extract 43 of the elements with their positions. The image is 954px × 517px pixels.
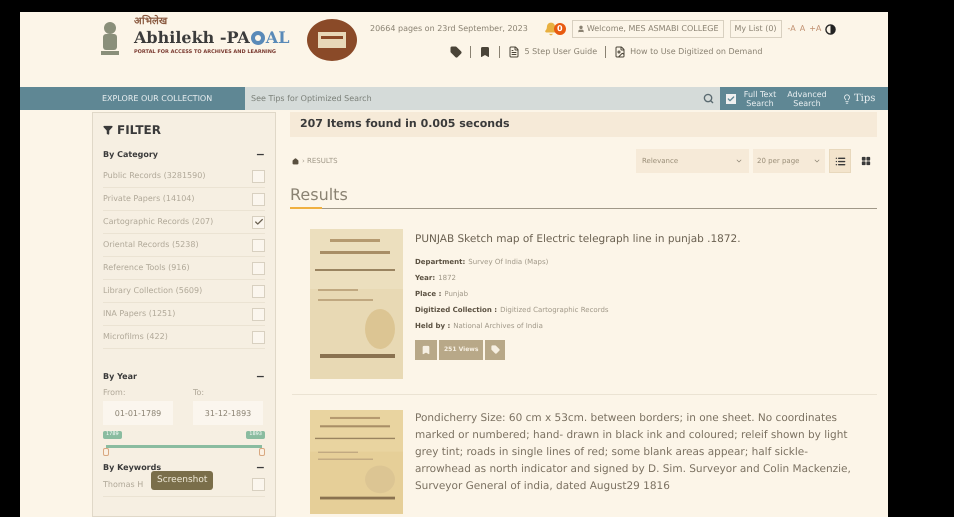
results-summary: 207 Items found in 0.005 seconds xyxy=(300,116,510,132)
my-list-button[interactable]: My List (0) xyxy=(730,20,782,38)
logo-hindi: अभिलेख xyxy=(134,16,168,27)
category-option[interactable]: Public Records (3281590) xyxy=(103,170,206,182)
full-text-label[interactable]: Full Text Search xyxy=(742,90,778,108)
section-title: By Year xyxy=(103,371,137,383)
to-date-field[interactable]: 31-12-1893 xyxy=(193,401,263,425)
collapse-button[interactable]: − xyxy=(256,462,265,472)
tips-link[interactable]: Tips xyxy=(842,94,876,104)
result-title[interactable]: Pondicherry Size: 60 cm x 53cm. between borders; in one sheet. No coordinates marked or numbered; hand- drawn in black ink and coloured; releif shown by light grey tint; roads in single lines of red; some blank areas appear; half sickle- arrowhead as north indicator and signed by D. Sim. Surveyor and Colin Mackenzie, Surveyor General of india, dated August29 1816 xyxy=(415,410,877,495)
from-date-field[interactable]: 01-01-1789 xyxy=(103,401,173,425)
guide-link[interactable]: How to Use Digitized on Demand xyxy=(614,46,762,58)
advanced-search-link[interactable]: Advanced Search xyxy=(784,90,830,108)
welcome-button[interactable]: Welcome, MES ASMABI COLLEGE xyxy=(572,20,724,38)
filter-title: FILTER xyxy=(117,122,161,139)
category-option[interactable]: Microfilms (422) xyxy=(103,331,168,343)
guide-link[interactable]: 5 Step User Guide xyxy=(508,46,598,58)
keyword-option[interactable]: Thomas H xyxy=(103,478,144,490)
logo-title: Abhilekh -PA xyxy=(134,27,250,49)
explore-button[interactable]: EXPLORE OUR COLLECTION xyxy=(20,87,245,110)
search-field[interactable]: See Tips for Optimized Search xyxy=(245,87,720,110)
font-size-button[interactable]: +A xyxy=(809,23,822,35)
collapse-button[interactable]: − xyxy=(256,150,265,160)
pages-stats: 20664 pages on 23rd September, 2023 xyxy=(370,23,528,35)
notification-badge: 0 xyxy=(554,23,566,35)
tooltip: Screenshot xyxy=(151,470,214,490)
category-option[interactable]: INA Papers (1251) xyxy=(103,308,176,320)
category-option[interactable]: Cartographic Records (207) xyxy=(103,216,214,228)
category-option[interactable]: Private Papers (14104) xyxy=(103,193,194,205)
section-title: By Category xyxy=(103,149,158,161)
from-label: From: xyxy=(103,387,127,399)
font-size-button[interactable]: A xyxy=(800,23,806,35)
logo-title: AL xyxy=(266,27,290,49)
to-label: To: xyxy=(193,387,206,399)
category-option[interactable]: Reference Tools (916) xyxy=(103,262,190,274)
font-size-button[interactable]: -A xyxy=(788,23,796,35)
notification-button[interactable]: 0 xyxy=(544,22,566,36)
category-option[interactable]: Library Collection (5609) xyxy=(103,285,202,297)
result-title[interactable]: PUNJAB Sketch map of Electric telegraph line in punjab .1872. xyxy=(415,232,877,248)
results-heading: Results xyxy=(290,185,349,205)
section-title: By Keywords xyxy=(103,462,162,474)
category-option[interactable]: Oriental Records (5238) xyxy=(103,239,199,251)
collapse-button[interactable]: − xyxy=(256,372,265,382)
